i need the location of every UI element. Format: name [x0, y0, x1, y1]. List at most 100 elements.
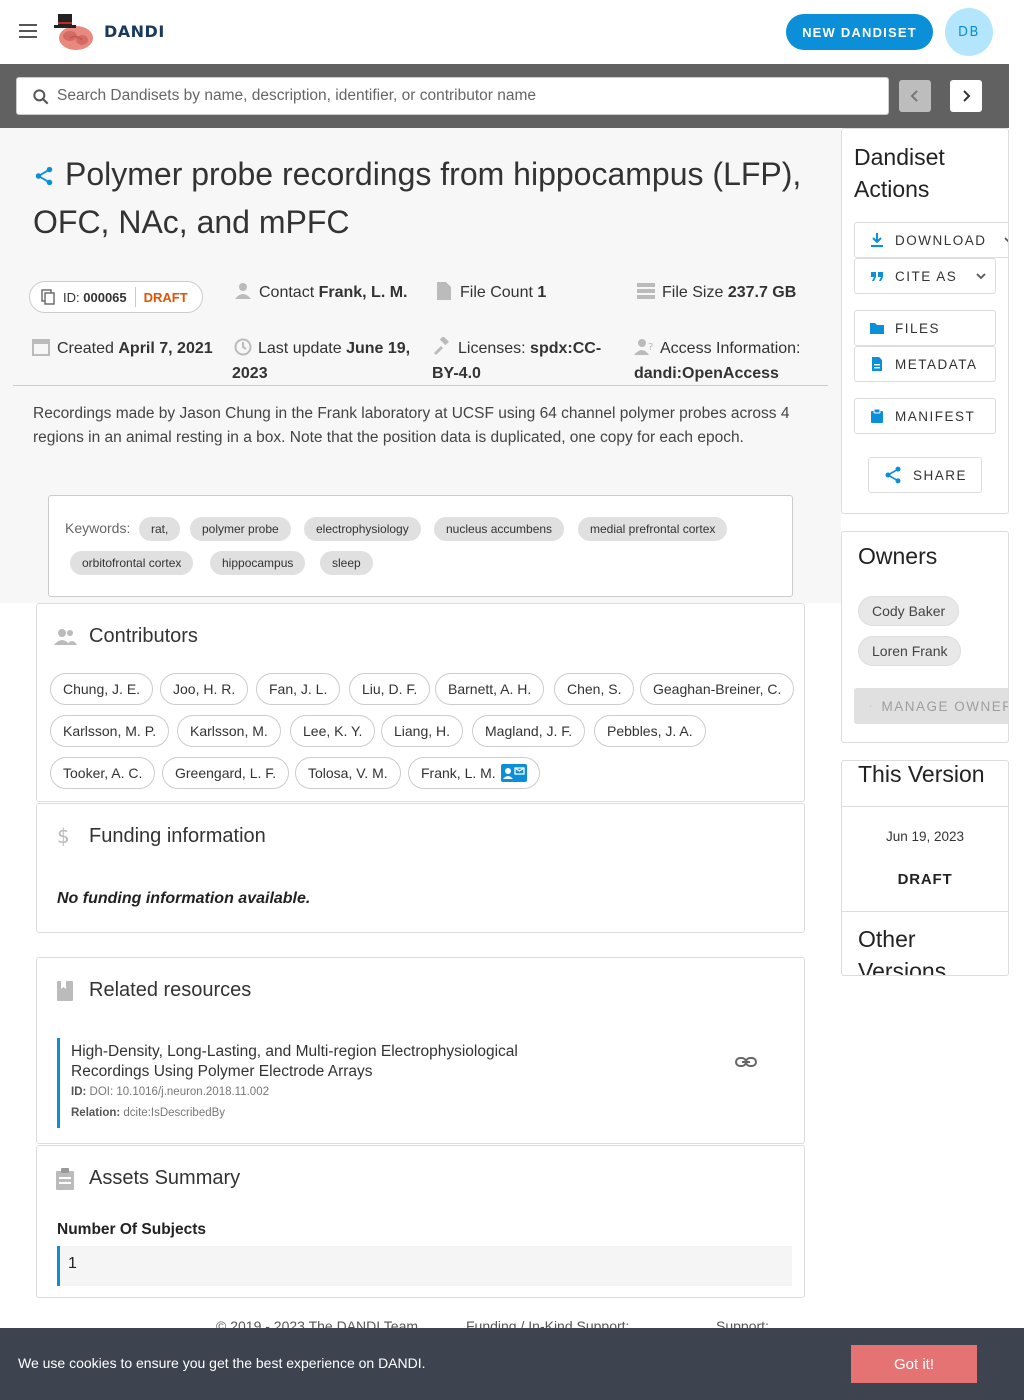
metadata-label: METADATA: [895, 356, 978, 372]
contributor-chip[interactable]: Fan, J. L.: [256, 673, 341, 705]
contributor-chip[interactable]: Greengard, L. F.: [162, 757, 290, 789]
share-icon[interactable]: [33, 165, 55, 187]
resource-id-label: ID:: [71, 1086, 87, 1098]
folder-icon: [870, 323, 884, 334]
resource-title: High-Density, Long-Lasting, and Multi-re…: [71, 1043, 518, 1080]
contributor-chip[interactable]: Liu, D. F.: [349, 673, 431, 705]
version-date: Jun 19, 2023: [885, 829, 965, 844]
id-chip[interactable]: ID: 000065 DRAFT: [29, 281, 203, 313]
dandiset-actions-title: Dandiset Actions: [854, 144, 945, 202]
cookie-banner: We use cookies to ensure you get the bes…: [0, 1328, 1024, 1400]
contributor-chip-contact[interactable]: Frank, L. M.: [408, 757, 540, 789]
link-icon[interactable]: [734, 1050, 758, 1074]
menu-icon[interactable]: [16, 20, 40, 44]
file-size-info: File Size 237.7 GB: [636, 280, 796, 305]
chevron-left-icon[interactable]: [899, 80, 931, 112]
cookie-message: We use cookies to ensure you get the bes…: [18, 1355, 426, 1371]
contact-info: Contact Frank, L. M.: [233, 280, 408, 305]
keywords-box: Keywords: rat, polymer probe electrophys…: [48, 495, 793, 597]
contributors-title: Contributors: [89, 625, 198, 647]
chevron-down-icon: [1004, 237, 1008, 243]
contributor-chip[interactable]: Tolosa, V. M.: [295, 757, 401, 789]
share-button[interactable]: SHARE: [868, 457, 982, 493]
assets-summary-title: Assets Summary: [89, 1167, 241, 1189]
contributor-chip[interactable]: Pebbles, J. A.: [594, 715, 706, 747]
cite-as-button[interactable]: CITE AS: [854, 258, 996, 294]
metadata-button[interactable]: METADATA: [854, 346, 996, 382]
new-dandiset-button[interactable]: NEW DANDISET: [786, 14, 933, 50]
last-update-info: Last update June 19, 2023: [232, 336, 412, 386]
gavel-icon: [433, 337, 449, 356]
people-icon: [54, 629, 77, 645]
search-input[interactable]: [57, 78, 877, 114]
owner-chip: Cody Baker: [858, 596, 960, 626]
file-count-label: File Count: [460, 284, 533, 301]
svg-text:?: ?: [648, 342, 653, 353]
manifest-button[interactable]: MANIFEST: [854, 398, 996, 434]
created-info: Created April 7, 2021: [31, 336, 213, 361]
access-label: Access Information:: [660, 340, 801, 357]
cookie-accept-button[interactable]: Got it!: [851, 1345, 977, 1383]
download-label: DOWNLOAD: [895, 232, 987, 248]
copy-icon[interactable]: [41, 289, 55, 305]
person-question-icon: ?: [634, 339, 653, 355]
subjects-value: 1: [57, 1246, 792, 1286]
files-button[interactable]: FILES: [854, 310, 996, 346]
dandiset-title: Polymer probe recordings from hippocampu…: [33, 150, 823, 246]
dandiset-description: Recordings made by Jason Chung in the Fr…: [33, 405, 790, 446]
search-icon: [33, 89, 49, 105]
file-count-info: File Count 1: [434, 280, 546, 305]
share-label: SHARE: [913, 467, 968, 483]
contact-label: Contact: [259, 284, 315, 301]
file-size-value: 237.7 GB: [727, 284, 797, 301]
contributor-chip[interactable]: Liang, H.: [381, 715, 464, 747]
chevron-right-icon[interactable]: [950, 80, 982, 112]
manage-owners-button[interactable]: MANAGE OWNERS: [854, 688, 1008, 724]
dandi-logo[interactable]: [52, 12, 96, 52]
owners-title: Owners: [858, 543, 938, 569]
clipboard-icon: [871, 408, 883, 423]
other-versions-title: Other Versions: [858, 926, 947, 976]
contributor-chip[interactable]: Geaghan-Breiner, C.: [640, 673, 795, 705]
contributor-chip[interactable]: Barnett, A. H.: [435, 673, 545, 705]
search-field[interactable]: [16, 77, 889, 115]
access-info: ? Access Information: dandi:OpenAccess: [634, 336, 824, 386]
contributor-chip[interactable]: Chung, J. E.: [50, 673, 154, 705]
contact-value: Frank, L. M.: [318, 284, 408, 301]
user-avatar[interactable]: DB: [945, 8, 993, 56]
file-count-value: 1: [537, 284, 547, 301]
resource-item: High-Density, Long-Lasting, and Multi-re…: [57, 1038, 757, 1128]
status-badge: DRAFT: [143, 289, 188, 305]
keywords-label: Keywords:: [65, 520, 131, 536]
add-person-icon: [870, 705, 872, 707]
keyword-chip: medial prefrontal cortex: [578, 517, 728, 541]
funding-title: Funding information: [89, 825, 266, 847]
contributor-chip[interactable]: Joo, H. R.: [160, 673, 249, 705]
book-icon: [57, 981, 73, 1001]
quote-icon: [871, 272, 883, 281]
contributor-chip[interactable]: Karlsson, M.: [177, 715, 281, 747]
keyword-chip: electrophysiology: [304, 517, 421, 541]
version-divider: [842, 806, 1008, 807]
contributor-chip[interactable]: Lee, K. Y.: [290, 715, 376, 747]
contact-card-icon: [500, 764, 527, 782]
keyword-chip: orbitofrontal cortex: [70, 551, 194, 575]
version-label[interactable]: DRAFT: [842, 871, 1008, 888]
contributor-chip[interactable]: Chen, S.: [554, 673, 635, 705]
dandiset-title-text: Polymer probe recordings from hippocampu…: [33, 156, 802, 240]
contributor-chip[interactable]: Karlsson, M. P.: [50, 715, 170, 747]
app-bar: DANDI NEW DANDISET DB: [0, 0, 1024, 64]
history-icon: [234, 338, 252, 356]
resource-id-value: DOI: 10.1016/j.neuron.2018.11.002: [89, 1086, 269, 1098]
download-button[interactable]: DOWNLOAD: [854, 222, 1008, 258]
share-icon: [885, 466, 901, 484]
resource-relation-value: dcite:IsDescribedBy: [123, 1107, 226, 1119]
id-divider: [134, 287, 136, 307]
assets-summary-card: Assets Summary Number Of Subjects 1: [36, 1145, 805, 1298]
file-icon: [437, 282, 451, 300]
person-icon: [235, 283, 251, 299]
contributor-chip[interactable]: Magland, J. F.: [472, 715, 586, 747]
keyword-chip: rat,: [139, 517, 181, 541]
contributor-chip[interactable]: Tooker, A. C.: [50, 757, 156, 789]
app-brand[interactable]: DANDI: [104, 22, 165, 41]
